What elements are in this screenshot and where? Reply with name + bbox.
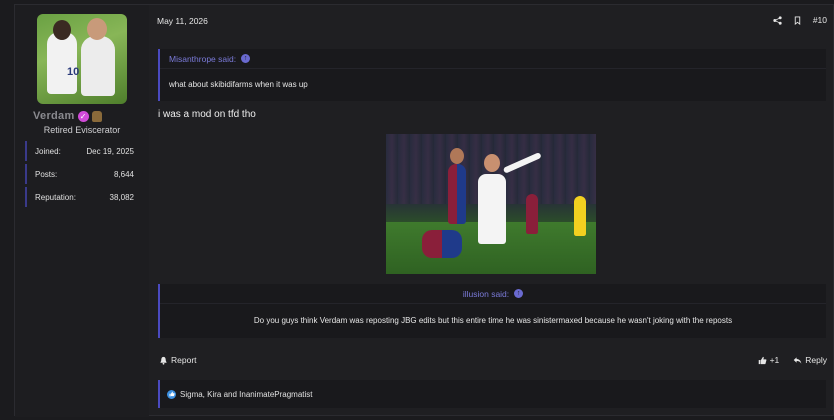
username[interactable]: Verdam ✓ [33, 109, 133, 123]
reactions-bar[interactable]: Sigma, Kira and InanimatePragmatist [158, 380, 826, 408]
quote-misanthrope: Misanthrope said: ↑ what about skibidifa… [158, 49, 826, 101]
bookmark-icon[interactable] [793, 15, 802, 25]
stat-posts: Posts: 8,644 [25, 164, 139, 184]
user-title: Retired Eviscerator [43, 125, 121, 135]
trophy-icon [91, 110, 102, 122]
quote-text: what about skibidifarms when it was up [169, 80, 308, 89]
message-text: i was a mod on tfd tho [158, 109, 256, 120]
reply-button[interactable]: Reply [793, 355, 827, 365]
like-button[interactable]: +1 [758, 355, 779, 365]
bell-icon [160, 356, 167, 365]
verified-badge-icon: ✓ [77, 110, 89, 122]
quote-illusion: illusion said: ↑ Do you guys think Verda… [158, 284, 826, 338]
quote-author[interactable]: illusion said: [463, 289, 509, 299]
reply-icon [793, 356, 802, 364]
arrow-up-icon[interactable]: ↑ [514, 289, 524, 298]
quote-author[interactable]: Misanthrope said: [169, 54, 236, 64]
share-icon[interactable] [773, 15, 782, 25]
embedded-image[interactable] [386, 134, 596, 274]
like-reaction-icon [167, 389, 176, 399]
quote-text: Do you guys think Verdam was reposting J… [253, 316, 733, 325]
post-main: May 11, 2026 #10 Misanthrope said: ↑ wha… [149, 5, 834, 417]
post-footer-actions: +1 Reply [758, 355, 827, 365]
stat-joined: Joined: Dec 19, 2025 [25, 141, 139, 161]
user-sidebar: 10 Verdam ✓ Retired Eviscerator Joined: … [15, 5, 149, 417]
report-link[interactable]: Report [159, 355, 197, 365]
forum-post: 10 Verdam ✓ Retired Eviscerator Joined: … [14, 4, 834, 417]
avatar[interactable]: 10 [37, 14, 127, 104]
stat-reputation: Reputation: 38,082 [25, 187, 139, 207]
username-text[interactable]: Verdam [33, 110, 75, 122]
post-number[interactable]: #10 [813, 15, 827, 25]
thumbs-up-icon [758, 356, 766, 364]
post-actions: #10 [773, 15, 827, 25]
user-stats: Joined: Dec 19, 2025 Posts: 8,644 Reputa… [25, 141, 139, 210]
reactions-list[interactable]: Sigma, Kira and InanimatePragmatist [180, 390, 313, 399]
arrow-up-icon[interactable]: ↑ [241, 54, 251, 63]
post-date[interactable]: May 11, 2026 [157, 16, 208, 26]
